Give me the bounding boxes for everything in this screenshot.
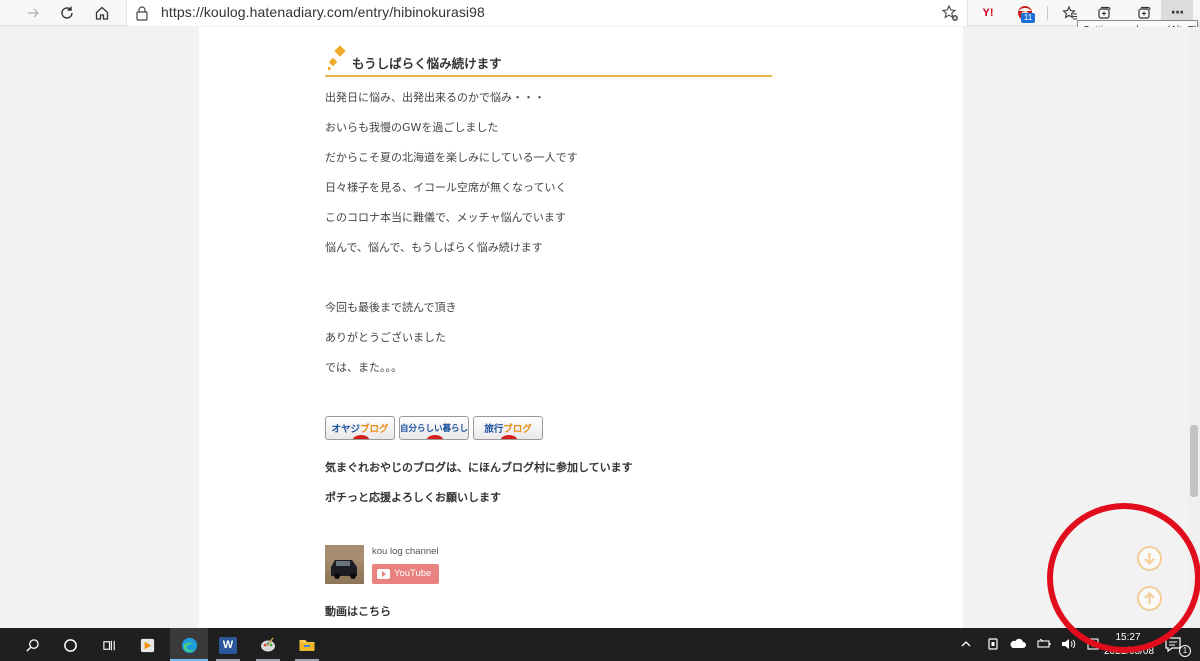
oyaji-blog-banner[interactable]: オヤジブログ <box>325 416 395 440</box>
heading-diamond-icon <box>328 45 346 70</box>
paragraph: 出発日に悩み、出発出来るのかで悩み・・・ <box>325 91 545 104</box>
channel-thumbnail[interactable] <box>325 545 364 584</box>
banner-label: 自分らしい暮らし <box>400 424 469 434</box>
address-bar[interactable]: https://koulog.hatenadiary.com/entry/hib… <box>126 0 968 26</box>
youtube-play-icon <box>377 569 390 579</box>
video-heading: 動画はこちら <box>325 605 391 618</box>
search-icon <box>25 638 39 652</box>
word-app[interactable]: W <box>215 632 241 658</box>
volume-icon[interactable] <box>1060 636 1076 652</box>
paragraph: 悩んで、悩んで、もうしばらく悩み続けます <box>325 241 543 254</box>
home-icon <box>95 6 109 20</box>
lock-icon <box>136 6 148 21</box>
tray-chevron-up-icon[interactable] <box>958 636 974 652</box>
channel-name[interactable]: kou log channel <box>372 546 439 557</box>
blog-village-text: 気まぐれおやじのブログは、にほんブログ村に参加しています <box>325 461 633 474</box>
tray-device-icon[interactable] <box>985 636 1001 652</box>
closing-line: ありがとうございました <box>325 331 446 344</box>
paragraph: このコロナ本当に難儀で、メッチャ悩んでいます <box>325 211 566 224</box>
notification-count: 1 <box>1179 645 1191 657</box>
closing-line: では、また。。。 <box>325 361 402 374</box>
scroll-thumb[interactable] <box>1190 425 1198 497</box>
heading-text: もうしばらく悩み続けます <box>352 56 502 71</box>
folder-icon <box>299 640 315 651</box>
paint-palette-icon <box>261 637 275 652</box>
banner-red-dot <box>427 435 443 439</box>
car-icon <box>325 545 364 579</box>
battery-icon[interactable] <box>1036 636 1052 652</box>
extension-badge: 11 <box>1021 13 1035 23</box>
arrow-down-icon <box>1144 553 1155 566</box>
banner-label: 旅行ブログ <box>484 424 532 435</box>
section-heading: もうしばらく悩み続けます <box>325 44 772 77</box>
task-view-button[interactable] <box>96 632 122 658</box>
arrow-up-icon <box>1144 591 1155 604</box>
collections-icon <box>1098 6 1111 19</box>
closing-line: 今回も最後まで読んで頂き <box>325 301 457 314</box>
paragraph: だからこそ夏の北海道を楽しみにしている一人です <box>325 151 578 164</box>
arrow-right-icon <box>28 8 39 18</box>
clock-time[interactable]: 15:27 <box>1111 632 1145 643</box>
banner-red-dot <box>353 435 369 439</box>
banner-red-dot <box>501 435 517 439</box>
edge-icon <box>181 637 197 653</box>
forward-button[interactable] <box>20 1 46 25</box>
yahoo-extension-icon[interactable]: Y! <box>980 5 996 21</box>
scroll-down-button[interactable] <box>1137 546 1162 571</box>
onedrive-cloud-icon[interactable] <box>1010 636 1026 652</box>
paragraph: おいらも我慢のGWを過ごしました <box>325 121 499 134</box>
more-dots-icon: ··· <box>1170 5 1185 21</box>
refresh-icon <box>61 6 73 19</box>
youtube-button-label: YouTube <box>394 568 432 579</box>
browser-toolbar: https://koulog.hatenadiary.com/entry/hib… <box>0 0 1200 26</box>
refresh-button[interactable] <box>54 1 80 25</box>
scroll-up-button[interactable] <box>1137 586 1162 611</box>
add-favorite-icon[interactable] <box>941 4 959 22</box>
edge-browser-app[interactable] <box>176 632 202 658</box>
youtube-button[interactable]: YouTube <box>372 564 439 584</box>
windows-taskbar: W 1 <box>0 628 1200 661</box>
media-player-app[interactable] <box>134 632 160 658</box>
page-scrollbar[interactable] <box>1188 27 1200 628</box>
file-explorer-app[interactable] <box>294 632 320 658</box>
article-body <box>199 27 963 628</box>
task-view-icon <box>102 640 115 650</box>
travel-blog-banner[interactable]: 旅行ブログ <box>473 416 543 440</box>
paint-app[interactable] <box>255 632 281 658</box>
jibunrashii-kurashi-banner[interactable]: 自分らしい暮らし <box>399 416 469 440</box>
word-icon: W <box>219 636 237 654</box>
home-button[interactable] <box>89 1 115 25</box>
media-player-icon <box>140 638 154 652</box>
banner-label: オヤジブログ <box>331 424 389 435</box>
favorites-star-icon <box>1062 5 1077 20</box>
paragraph: 日々様子を見る、イコール空席が無くなっていく <box>325 181 567 194</box>
cortana-button[interactable] <box>57 632 83 658</box>
collections-add-icon <box>1138 6 1151 19</box>
ime-language-icon[interactable] <box>1085 636 1101 652</box>
url-text: https://koulog.hatenadiary.com/entry/hib… <box>161 4 485 20</box>
support-text: ポチっと応援よろしくお願いします <box>325 491 501 504</box>
search-button[interactable] <box>19 632 45 658</box>
toolbar-divider <box>1047 6 1048 20</box>
clock-date[interactable]: 2021/05/08 <box>1100 646 1158 657</box>
cortana-circle-icon <box>63 638 77 652</box>
